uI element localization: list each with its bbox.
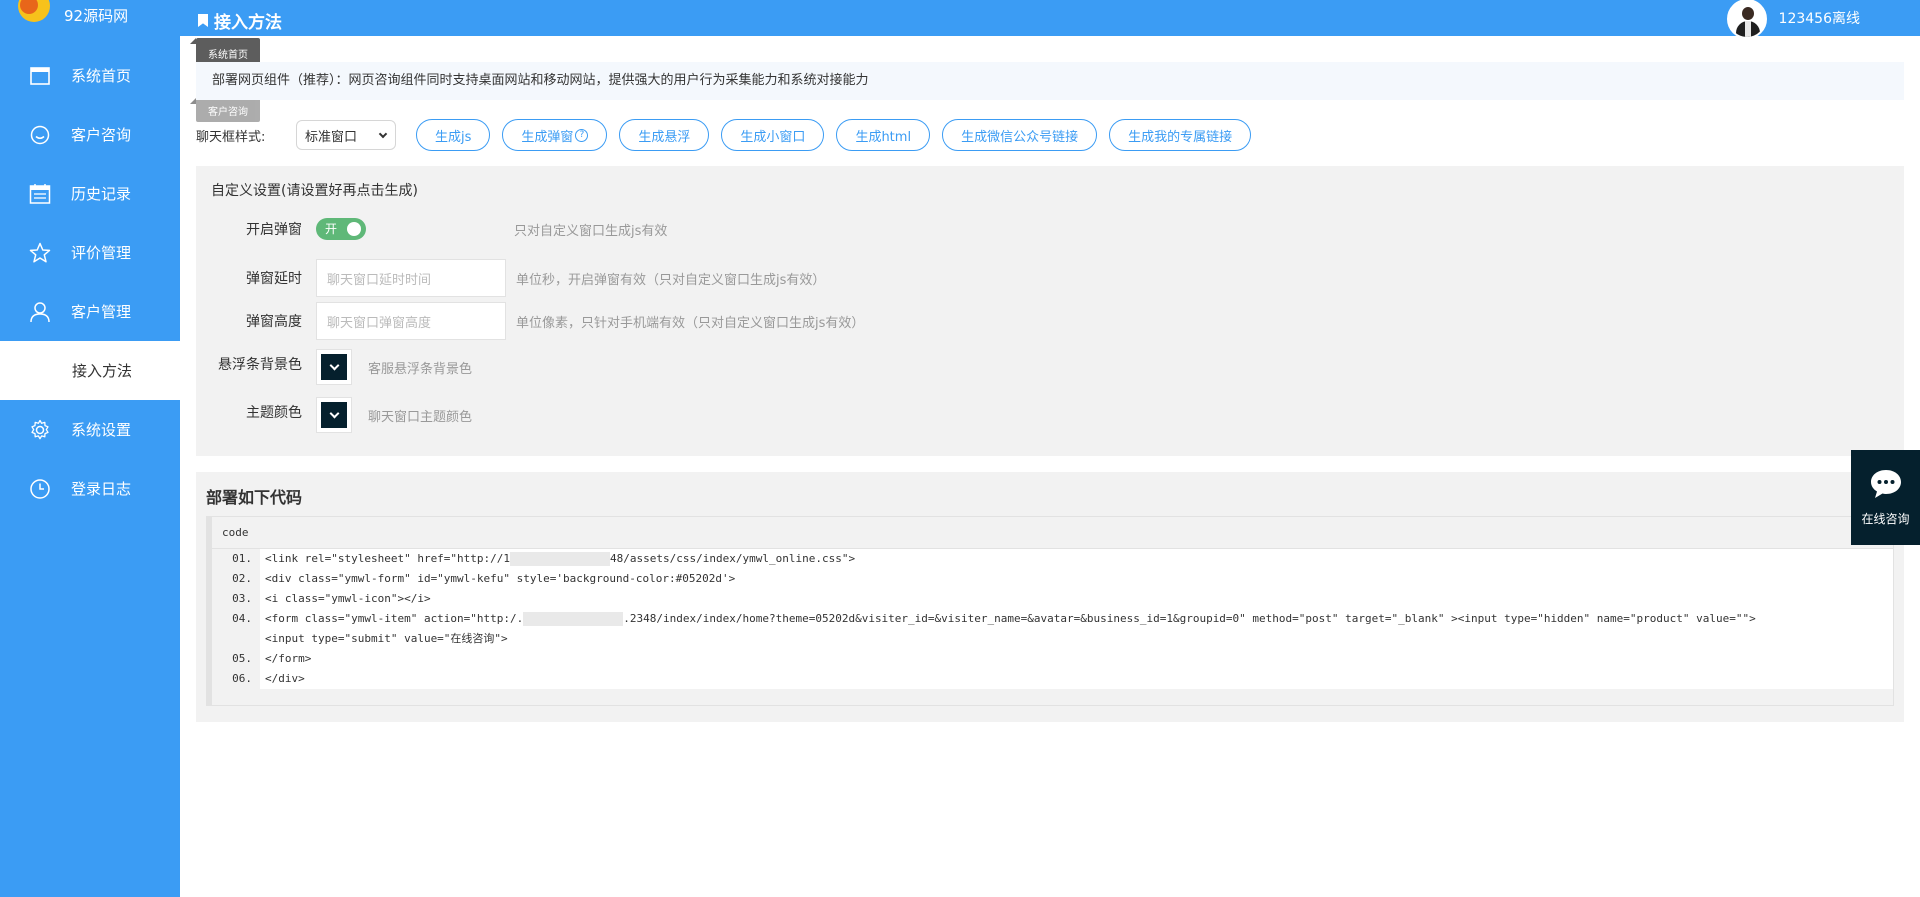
sidebar-item-history[interactable]: 历史记录: [0, 164, 180, 223]
smile-icon: [28, 123, 52, 147]
code-block[interactable]: code 01. <link rel="stylesheet" href="htt…: [206, 516, 1894, 706]
custom-settings-panel: 自定义设置(请设置好再点击生成) 开启弹窗 开 只对自定义窗口生成js有效 弹窗…: [196, 166, 1904, 456]
chat-style-value: 标准窗口: [305, 129, 358, 145]
sidebar-item-label: 系统设置: [71, 421, 132, 439]
deploy-code-title: 部署如下代码: [206, 488, 303, 507]
theme-color-picker[interactable]: [316, 397, 352, 433]
popup-hint: 只对自定义窗口生成js有效: [514, 223, 668, 239]
sidebar-item-label: 接入方法: [72, 362, 133, 380]
popup-row: 开启弹窗 开 只对自定义窗口生成js有效: [196, 218, 667, 240]
code-line: 03. <i class="ymwl-icon"></i>: [212, 589, 1893, 609]
page-title: 接入方法: [198, 8, 282, 33]
sidebar-item-login-log[interactable]: 登录日志: [0, 459, 180, 518]
sidebar-item-home[interactable]: 系统首页: [0, 46, 180, 105]
chat-style-label: 聊天框样式:: [196, 129, 266, 145]
height-hint: 单位像素，只针对手机端有效（只对自定义窗口生成js有效）: [516, 315, 865, 331]
sidebar-item-label: 系统首页: [71, 67, 132, 85]
toggle-knob: [347, 222, 361, 236]
sidebar-item-label: 登录日志: [71, 480, 132, 498]
gear-icon: [28, 418, 52, 442]
clock-icon: [28, 477, 52, 501]
sidebar-item-label: 客户咨询: [71, 126, 132, 144]
generate-popup-button[interactable]: 生成弹窗?: [502, 119, 608, 151]
sidebar-item-label: 历史记录: [71, 185, 132, 203]
code-line: <input type="submit" value="在线咨询">: [212, 629, 1893, 649]
delay-label: 弹窗延时: [246, 271, 302, 287]
deploy-notice: 部署网页组件（推荐）：网页咨询组件同时支持桌面网站和移动网站，提供强大的用户行为…: [196, 62, 1904, 100]
chat-style-select[interactable]: 标准窗口: [296, 120, 396, 150]
popup-label: 开启弹窗: [246, 222, 302, 238]
sidebar-item-reviews[interactable]: 评价管理: [0, 223, 180, 282]
bookmark-icon: [198, 14, 208, 27]
float-bg-hint: 客服悬浮条背景色: [368, 361, 473, 377]
help-icon[interactable]: ?: [575, 128, 589, 142]
custom-settings-title: 自定义设置(请设置好再点击生成): [211, 183, 418, 199]
toggle-text: 开: [325, 222, 338, 236]
code-line: 05. </form>: [212, 649, 1893, 669]
sidebar-item-label: 评价管理: [71, 244, 132, 262]
code-line: 06. </div>: [212, 669, 1893, 689]
generate-html-button[interactable]: 生成html: [836, 119, 931, 151]
popup-toggle[interactable]: 开: [316, 218, 366, 240]
theme-hint: 聊天窗口主题颜色: [368, 409, 473, 425]
calendar-list-icon: [28, 182, 52, 206]
chevron-down-icon: [329, 408, 339, 418]
height-placeholder: 聊天窗口弹窗高度: [327, 315, 432, 331]
float-bg-row: 悬浮条背景色 客服悬浮条背景色: [196, 349, 472, 385]
logo[interactable]: 92源码网: [0, 0, 180, 30]
sidebar-item-label: 客户管理: [71, 303, 132, 321]
sidebar-item-consult[interactable]: 客户咨询: [0, 105, 180, 164]
generate-popup-label: 生成弹窗: [521, 129, 574, 145]
generate-small-window-button[interactable]: 生成小窗口: [721, 119, 825, 151]
avatar[interactable]: [1726, 0, 1767, 39]
online-consult-widget[interactable]: 在线咨询: [1851, 450, 1920, 545]
deploy-code-panel: 部署如下代码 code 01. <link rel="stylesheet" hr…: [196, 472, 1904, 722]
float-bg-color-picker[interactable]: [316, 349, 352, 385]
theme-label: 主题颜色: [246, 405, 302, 421]
generate-js-button[interactable]: 生成js: [416, 119, 491, 151]
sidebar-item-settings[interactable]: 系统设置: [0, 400, 180, 459]
sidebar: 92源码网 系统首页 客户咨询 历史记录 评价管理 客户管理 接入方法 系统设置…: [0, 0, 180, 897]
code-lines: 01. <link rel="stylesheet" href="http://1…: [212, 549, 1893, 689]
generate-float-button[interactable]: 生成悬浮: [619, 119, 710, 151]
code-line: 04. <form class="ymwl-item" action="http:…: [212, 609, 1893, 629]
delay-placeholder: 聊天窗口延时时间: [327, 272, 432, 288]
user-icon: [28, 300, 52, 324]
sidebar-item-access[interactable]: 接入方法: [0, 341, 180, 400]
height-row: 弹窗高度 聊天窗口弹窗高度 单位像素，只针对手机端有效（只对自定义窗口生成js有…: [196, 302, 864, 340]
sidebar-nav: 系统首页 客户咨询 历史记录 评价管理 客户管理 接入方法 系统设置 登录日志: [0, 46, 180, 518]
delay-input[interactable]: 聊天窗口延时时间: [316, 259, 506, 297]
username-status: 123456离线: [1778, 11, 1860, 27]
generate-personal-link-button[interactable]: 生成我的专属链接: [1109, 119, 1252, 151]
code-lang-label: code: [212, 517, 1893, 549]
delay-row: 弹窗延时 聊天窗口延时时间 单位秒，开启弹窗有效（只对自定义窗口生成js有效）: [196, 259, 825, 297]
code-line: 02. <div class="ymwl-form" id="ymwl-kefu"…: [212, 569, 1893, 589]
theme-row: 主题颜色 聊天窗口主题颜色: [196, 397, 472, 433]
generate-wechat-link-button[interactable]: 生成微信公众号链接: [942, 119, 1098, 151]
redacted-ip: [510, 552, 611, 566]
chat-bubble-icon: [1869, 468, 1903, 504]
brand-name: 92源码网: [64, 6, 129, 25]
chevron-down-icon: [329, 360, 339, 370]
window-icon: [28, 64, 52, 88]
delay-hint: 单位秒，开启弹窗有效（只对自定义窗口生成js有效）: [516, 272, 826, 288]
logo-icon: [16, 0, 50, 30]
height-input[interactable]: 聊天窗口弹窗高度: [316, 302, 506, 340]
online-consult-label: 在线咨询: [1861, 512, 1910, 526]
chevron-down-icon: [378, 129, 388, 139]
height-label: 弹窗高度: [246, 314, 302, 330]
code-line: 01. <link rel="stylesheet" href="http://1…: [212, 549, 1893, 569]
page-title-text: 接入方法: [214, 13, 282, 33]
star-icon: [28, 241, 52, 265]
float-bg-label: 悬浮条背景色: [218, 357, 302, 373]
top-bar: 接入方法 123456离线: [180, 0, 1920, 39]
redacted-ip: [523, 612, 624, 626]
generator-row: 聊天框样式: 标准窗口 生成js 生成弹窗? 生成悬浮 生成小窗口 生成html…: [196, 118, 1263, 152]
sidebar-item-customers[interactable]: 客户管理: [0, 282, 180, 341]
user-menu[interactable]: 123456离线: [1726, 0, 1860, 39]
